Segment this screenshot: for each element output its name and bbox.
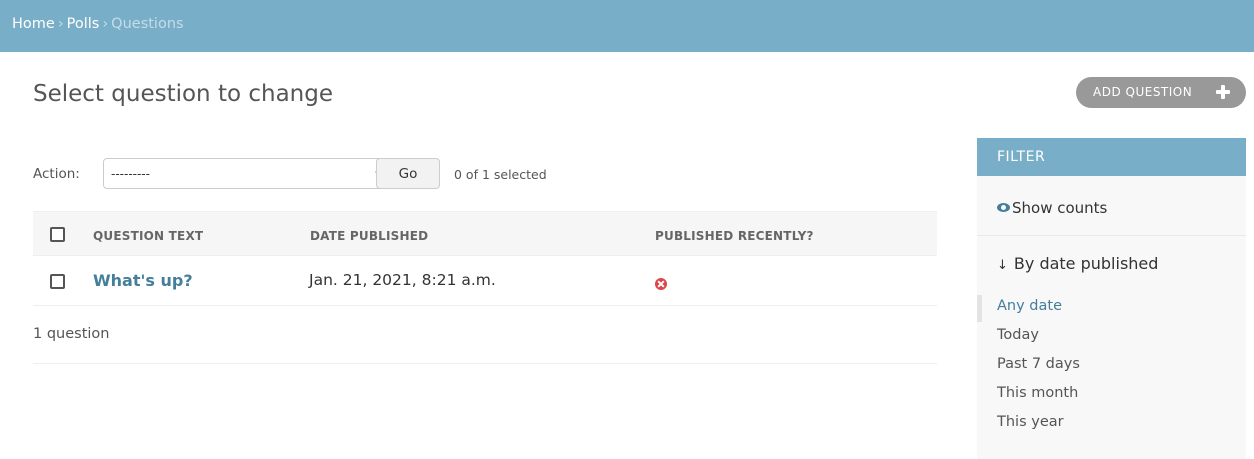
row-checkbox[interactable] bbox=[50, 274, 65, 289]
filter-title: FILTER bbox=[977, 138, 1246, 176]
show-counts-label: Show counts bbox=[1012, 199, 1108, 217]
breadcrumb-separator: › bbox=[102, 16, 109, 32]
result-count: 1 question bbox=[33, 326, 110, 342]
filter-section-title[interactable]: ↓ By date published bbox=[997, 254, 1158, 273]
filter-option-any-date[interactable]: Any date bbox=[977, 295, 1246, 324]
paginator: 1 question bbox=[33, 306, 937, 364]
question-link[interactable]: What's up? bbox=[93, 271, 193, 290]
action-label: Action: bbox=[33, 166, 80, 182]
go-button[interactable]: Go bbox=[376, 158, 440, 189]
filter-sidebar: FILTER Show counts ↓ By date published An… bbox=[977, 138, 1246, 459]
arrow-down-icon: ↓ bbox=[997, 258, 1008, 273]
results-table: QUESTION TEXT DATE PUBLISHED PUBLISHED R… bbox=[33, 211, 937, 364]
filter-section-label: By date published bbox=[1013, 254, 1159, 273]
action-select[interactable]: --------- bbox=[103, 158, 397, 189]
table-row: What's up? Jan. 21, 2021, 8:21 a.m. bbox=[33, 256, 937, 306]
column-header-published-recently[interactable]: PUBLISHED RECENTLY? bbox=[655, 229, 814, 243]
show-counts-link[interactable]: Show counts bbox=[997, 199, 1107, 217]
column-header-date-published[interactable]: DATE PUBLISHED bbox=[310, 229, 428, 243]
plus-icon bbox=[1216, 85, 1230, 99]
breadcrumb-separator: › bbox=[57, 16, 64, 32]
date-published-cell: Jan. 21, 2021, 8:21 a.m. bbox=[309, 271, 496, 289]
selection-counter: 0 of 1 selected bbox=[454, 167, 547, 182]
breadcrumb-polls[interactable]: Polls bbox=[67, 16, 100, 32]
add-question-button[interactable]: ADD QUESTION bbox=[1076, 77, 1246, 108]
filter-option-today[interactable]: Today bbox=[977, 324, 1246, 353]
add-question-label: ADD QUESTION bbox=[1093, 85, 1193, 99]
breadcrumb: Home › Polls › Questions bbox=[0, 0, 1254, 52]
filter-options: Any date Today Past 7 days This month Th… bbox=[977, 295, 1246, 440]
page-title: Select question to change bbox=[33, 81, 333, 107]
action-bar: Action: --------- Go 0 of 1 selected bbox=[33, 158, 937, 190]
filter-divider bbox=[977, 235, 1246, 236]
action-select-value: --------- bbox=[111, 167, 150, 181]
table-header: QUESTION TEXT DATE PUBLISHED PUBLISHED R… bbox=[33, 211, 937, 256]
breadcrumb-home[interactable]: Home bbox=[12, 16, 55, 32]
select-all-checkbox[interactable] bbox=[50, 227, 65, 242]
filter-option-this-year[interactable]: This year bbox=[977, 411, 1246, 440]
column-header-question-text[interactable]: QUESTION TEXT bbox=[93, 229, 203, 243]
filter-option-this-month[interactable]: This month bbox=[977, 382, 1246, 411]
x-circle-icon bbox=[655, 278, 667, 290]
eye-icon bbox=[997, 203, 1010, 212]
filter-option-past-7-days[interactable]: Past 7 days bbox=[977, 353, 1246, 382]
breadcrumb-current: Questions bbox=[111, 16, 184, 32]
